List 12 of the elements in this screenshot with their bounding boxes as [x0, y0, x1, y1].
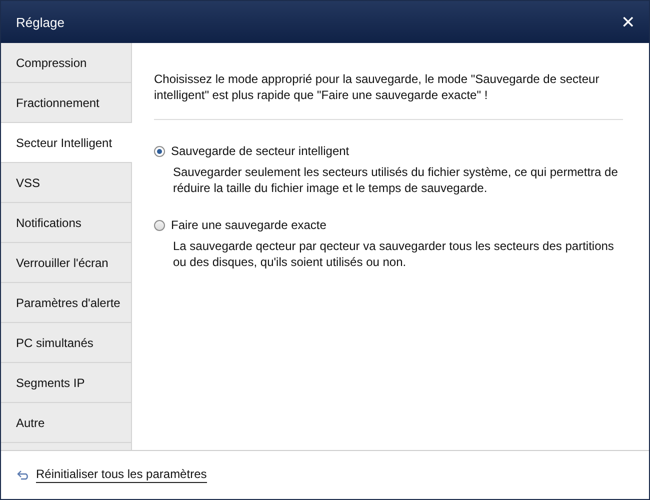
intro-text: Choisissez le mode approprié pour la sauvegarde, le mode "Sauvegarde de secteur intelligent" est plus rapide que "Faire une sauvegarde exacte" ! [154, 71, 623, 120]
reset-link[interactable]: Réinitialiser tous les paramètres [36, 467, 207, 483]
radio-label[interactable]: Sauvegarde de secteur intelligent [171, 144, 350, 158]
radio-label[interactable]: Faire une sauvegarde exacte [171, 218, 326, 232]
option-description: Sauvegarder seulement les secteurs utilisés du fichier système, ce qui permettra de réduire la taille du fichier image et le temps de sauvegarde. [173, 164, 619, 196]
window-title: Réglage [16, 14, 64, 30]
radio-button[interactable] [154, 220, 165, 230]
close-button[interactable]: ✕ [617, 10, 639, 34]
radio-button[interactable] [154, 146, 165, 156]
option-description: La sauvegarde qecteur par qecteur va sauvegarder tous les secteurs des partitions ou des disques, qu'ils soient utilisés ou non. [173, 238, 615, 270]
undo-arrow-icon [17, 470, 31, 480]
sidebar-item[interactable]: Secteur Intelligent [1, 123, 132, 163]
